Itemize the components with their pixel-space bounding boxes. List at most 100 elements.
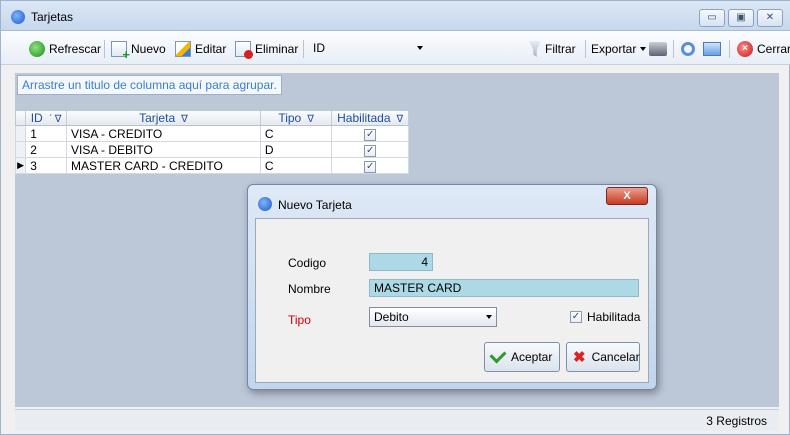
refresh-button[interactable]: Refrescar (29, 39, 101, 59)
codigo-field[interactable]: 4 (369, 253, 433, 271)
new-document-icon (111, 41, 130, 62)
group-panel[interactable]: Arrastre un titulo de columna aquí para … (15, 73, 779, 97)
delete-button[interactable]: Eliminar (235, 39, 298, 59)
cell-id[interactable]: 1 (25, 125, 68, 142)
status-bar: 3 Registros (15, 409, 779, 431)
window-controls: ▭ ▣ ✕ (699, 9, 783, 27)
export-label: Exportar (591, 42, 637, 56)
filter-icon (529, 41, 541, 57)
new-button[interactable]: Nuevo (111, 39, 166, 62)
column-header-tarjeta[interactable]: Tarjeta ∇ (66, 111, 261, 126)
dialog-title: Nuevo Tarjeta (278, 198, 352, 212)
cancel-x-icon: ✖ (573, 349, 586, 366)
tipo-label: Tipo (288, 313, 311, 327)
grid-header-row: ID ˊ ∇ Tarjeta ∇ Tipo ∇ Habilitada ∇ (15, 111, 409, 126)
column-combo[interactable]: ID (309, 38, 427, 58)
export-button[interactable]: Exportar (591, 39, 647, 59)
record-count: 3 Registros (706, 414, 767, 428)
cell-tarjeta[interactable]: MASTER CARD - CREDITO (66, 157, 261, 174)
minimize-button[interactable]: ▭ (699, 9, 725, 27)
window-button[interactable] (703, 39, 721, 59)
filter-button[interactable]: Filtrar (529, 39, 576, 59)
filter-icon[interactable]: ∇ (181, 114, 188, 125)
row-indicator (14, 125, 27, 142)
column-header-tipo[interactable]: Tipo ∇ (260, 111, 333, 126)
close-button[interactable]: × Cerrar (737, 39, 790, 59)
row-indicator-header (15, 111, 27, 126)
habilitada-checkbox[interactable]: ✓ (364, 145, 377, 157)
search-icon (681, 42, 695, 56)
tipo-select[interactable]: Debito (369, 307, 497, 327)
cancel-label: Cancelar (591, 350, 640, 364)
accept-button[interactable]: Aceptar (484, 342, 560, 372)
current-row-indicator-icon: ▶ (14, 157, 27, 174)
title-bar: Tarjetas ▭ ▣ ✕ (1, 1, 790, 31)
cancel-button[interactable]: ✖ Cancelar (566, 342, 640, 372)
filter-icon[interactable]: ∇ (307, 114, 314, 125)
cell-habilitada[interactable]: ✓ (331, 125, 409, 142)
habilitada-checkbox[interactable]: ✓ (364, 129, 377, 141)
new-card-dialog: Nuevo Tarjeta X Codigo 4 Nombre MASTER C… (247, 184, 657, 390)
column-header-habilitada[interactable]: Habilitada ∇ (331, 111, 409, 126)
print-icon (649, 42, 667, 56)
cell-id[interactable]: 2 (25, 141, 68, 158)
column-header-id[interactable]: ID ˊ ∇ (25, 111, 68, 126)
window-icon (703, 42, 721, 56)
print-button[interactable] (649, 39, 667, 59)
edit-label: Editar (195, 42, 227, 56)
close-window-button[interactable]: ✕ (757, 9, 783, 27)
export-chevron-icon (640, 47, 647, 51)
column-header-habilitada-label: Habilitada (337, 111, 391, 125)
toolbar-separator (585, 40, 586, 58)
column-header-id-label: ID (30, 111, 43, 125)
column-header-tarjeta-label: Tarjeta (139, 111, 176, 125)
edit-button[interactable]: Editar (175, 39, 226, 59)
app-icon (11, 10, 25, 24)
window-title: Tarjetas (31, 10, 74, 24)
nombre-field[interactable]: MASTER CARD (369, 279, 639, 297)
table-row[interactable]: 1 VISA - CREDITO C ✓ (14, 125, 409, 142)
column-combo-value: ID (313, 41, 325, 55)
nombre-label: Nombre (288, 282, 331, 296)
filter-label: Filtrar (545, 42, 576, 56)
cell-habilitada[interactable]: ✓ (331, 141, 409, 158)
check-icon (489, 346, 507, 364)
habilitada-checkbox[interactable]: ✓ (570, 311, 582, 323)
filter-icon[interactable]: ∇ (397, 114, 404, 125)
close-icon: × (737, 41, 753, 57)
dialog-body: Codigo 4 Nombre MASTER CARD Tipo Debito … (255, 218, 649, 383)
cell-id[interactable]: 3 (25, 157, 68, 174)
close-label: Cerrar (757, 42, 790, 56)
cell-tarjeta[interactable]: VISA - CREDITO (66, 125, 261, 142)
edit-icon (175, 41, 191, 57)
row-indicator (14, 141, 27, 158)
cell-tarjeta[interactable]: VISA - DEBITO (66, 141, 261, 158)
cell-habilitada[interactable]: ✓ (331, 157, 409, 174)
cards-grid: ID ˊ ∇ Tarjeta ∇ Tipo ∇ Habilitada ∇ 1 VISA … (14, 111, 409, 174)
habilitada-label: Habilitada (587, 310, 641, 324)
toolbar-separator (104, 40, 105, 58)
maximize-button[interactable]: ▣ (728, 9, 754, 27)
delete-label: Eliminar (255, 42, 299, 56)
accept-label: Aceptar (511, 350, 553, 364)
dialog-app-icon (258, 197, 272, 211)
column-header-tipo-label: Tipo (278, 111, 302, 125)
tipo-select-value: Debito (374, 310, 409, 324)
dialog-close-button[interactable]: X (606, 187, 648, 205)
group-hint: Arrastre un titulo de columna aquí para … (17, 75, 282, 95)
sort-filter-icon[interactable]: ˊ ∇ (49, 114, 62, 125)
cell-tipo[interactable]: C (259, 125, 333, 142)
toolbar-separator (729, 40, 730, 58)
cell-tipo[interactable]: D (259, 141, 333, 158)
chevron-down-icon (417, 46, 423, 50)
refresh-icon (29, 41, 45, 57)
table-row[interactable]: 2 VISA - DEBITO D ✓ (14, 141, 409, 158)
habilitada-checkbox[interactable]: ✓ (364, 161, 377, 173)
refresh-label: Refrescar (49, 42, 102, 56)
search-button[interactable] (681, 39, 695, 59)
toolbar-separator (303, 40, 304, 58)
cell-tipo[interactable]: C (259, 157, 333, 174)
table-row[interactable]: ▶ 3 MASTER CARD - CREDITO C ✓ (14, 157, 409, 174)
codigo-label: Codigo (288, 256, 327, 270)
habilitada-toggle[interactable]: ✓ Habilitada (570, 310, 640, 324)
